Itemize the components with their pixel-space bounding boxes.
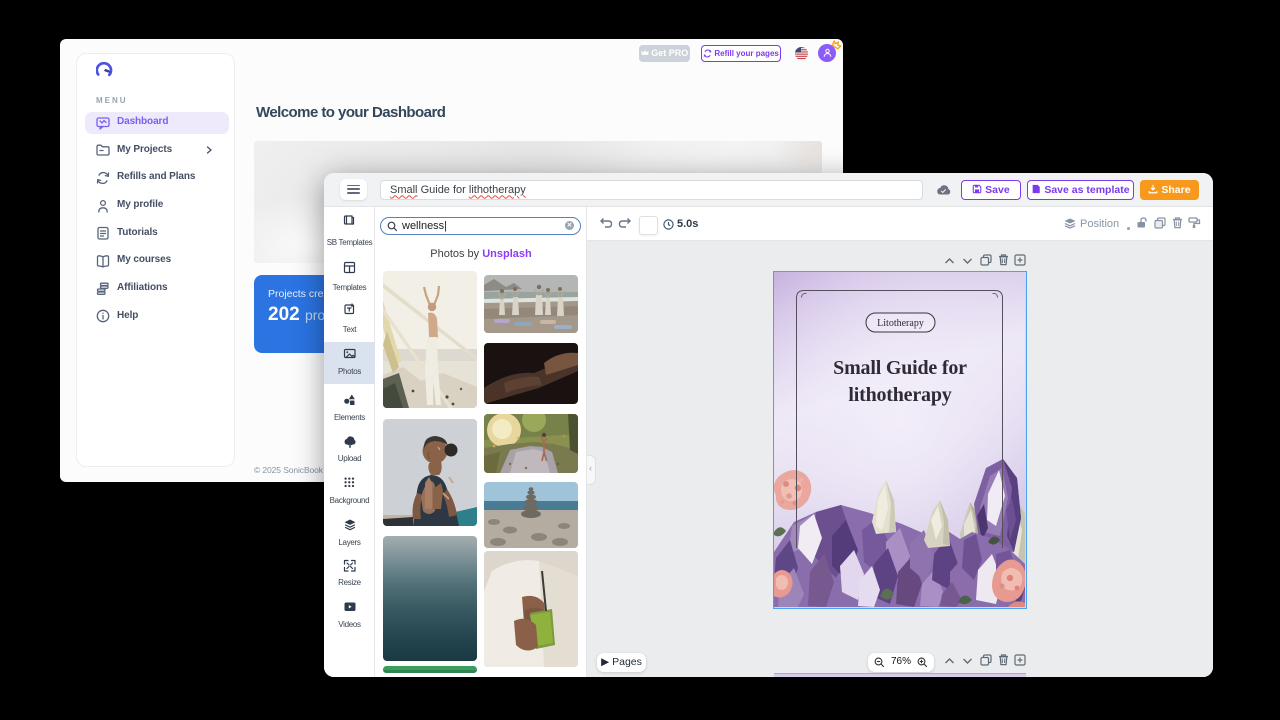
svg-text:Small Guide for: Small Guide for xyxy=(833,357,967,379)
svg-text:lithotherapy: lithotherapy xyxy=(848,384,951,406)
svg-text:Litotherapy: Litotherapy xyxy=(877,318,924,329)
